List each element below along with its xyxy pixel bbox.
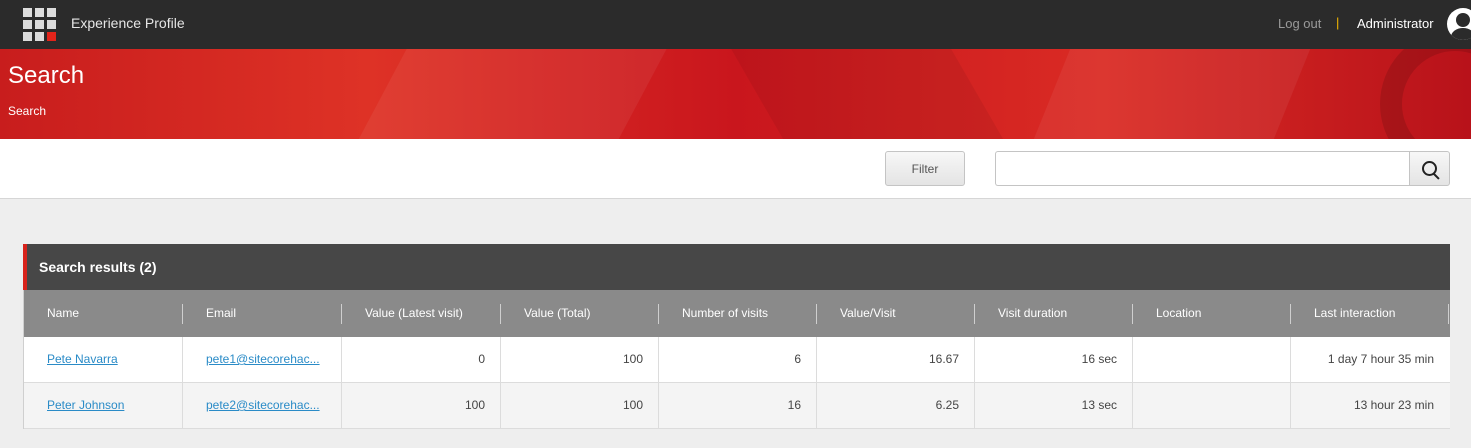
contact-email-link[interactable]: pete1@sitecorehac... xyxy=(183,337,342,382)
column-value-per-visit[interactable]: Value/Visit xyxy=(817,290,975,337)
app-title: Experience Profile xyxy=(71,15,185,31)
cell-visits: 16 xyxy=(659,383,817,428)
results-panel-header: Search results (2) xyxy=(23,244,1450,290)
user-avatar-icon[interactable] xyxy=(1447,8,1471,40)
page-title: Search xyxy=(8,62,85,89)
contact-name-link[interactable]: Pete Navarra xyxy=(24,337,183,382)
search-toolbar: Filter xyxy=(0,139,1471,199)
filter-button[interactable]: Filter xyxy=(885,151,965,186)
logout-link[interactable]: Log out xyxy=(1278,16,1321,31)
user-name[interactable]: Administrator xyxy=(1357,16,1434,31)
app-grid-icon[interactable] xyxy=(23,8,56,41)
contact-email-link[interactable]: pete2@sitecorehac... xyxy=(183,383,342,428)
cell-last-interaction: 13 hour 23 min xyxy=(1353,398,1434,412)
cell-value-total: 100 xyxy=(501,383,659,428)
table-header: Name Email Value (Latest visit) Value (T… xyxy=(24,290,1450,337)
table-row: Peter Johnson pete2@sitecorehac... 100 1… xyxy=(24,383,1450,429)
column-email[interactable]: Email xyxy=(183,290,342,337)
search-input[interactable] xyxy=(995,151,1409,186)
cell-value-per-visit: 6.25 xyxy=(817,383,975,428)
cell-value-latest: 0 xyxy=(342,337,501,382)
column-last-interaction[interactable]: Last interaction xyxy=(1291,290,1449,337)
column-location[interactable]: Location xyxy=(1133,290,1291,337)
column-visit-duration[interactable]: Visit duration xyxy=(975,290,1133,337)
cell-visits: 6 xyxy=(659,337,817,382)
cell-value-total: 100 xyxy=(501,337,659,382)
column-value-total[interactable]: Value (Total) xyxy=(501,290,659,337)
header-separator: | xyxy=(1336,15,1340,30)
cell-value-latest: 100 xyxy=(342,383,501,428)
results-title: Search results (2) xyxy=(39,259,157,275)
top-bar: Experience Profile Log out | Administrat… xyxy=(0,0,1471,49)
cell-duration: 13 sec xyxy=(975,383,1133,428)
page-banner: Search Search xyxy=(0,49,1471,139)
contact-name-link[interactable]: Peter Johnson xyxy=(24,383,183,428)
table-row: Pete Navarra pete1@sitecorehac... 0 100 … xyxy=(24,337,1450,383)
cell-location xyxy=(1133,337,1291,382)
breadcrumb[interactable]: Search xyxy=(8,104,46,118)
cell-location xyxy=(1133,383,1291,428)
column-value-latest-visit[interactable]: Value (Latest visit) xyxy=(342,290,501,337)
cell-duration: 16 sec xyxy=(975,337,1133,382)
column-name[interactable]: Name xyxy=(24,290,183,337)
cell-last-interaction: 1 day 7 hour 35 min xyxy=(1327,352,1434,366)
results-table: Name Email Value (Latest visit) Value (T… xyxy=(23,290,1450,429)
column-number-of-visits[interactable]: Number of visits xyxy=(659,290,817,337)
search-button[interactable] xyxy=(1409,151,1450,186)
cell-value-per-visit: 16.67 xyxy=(817,337,975,382)
